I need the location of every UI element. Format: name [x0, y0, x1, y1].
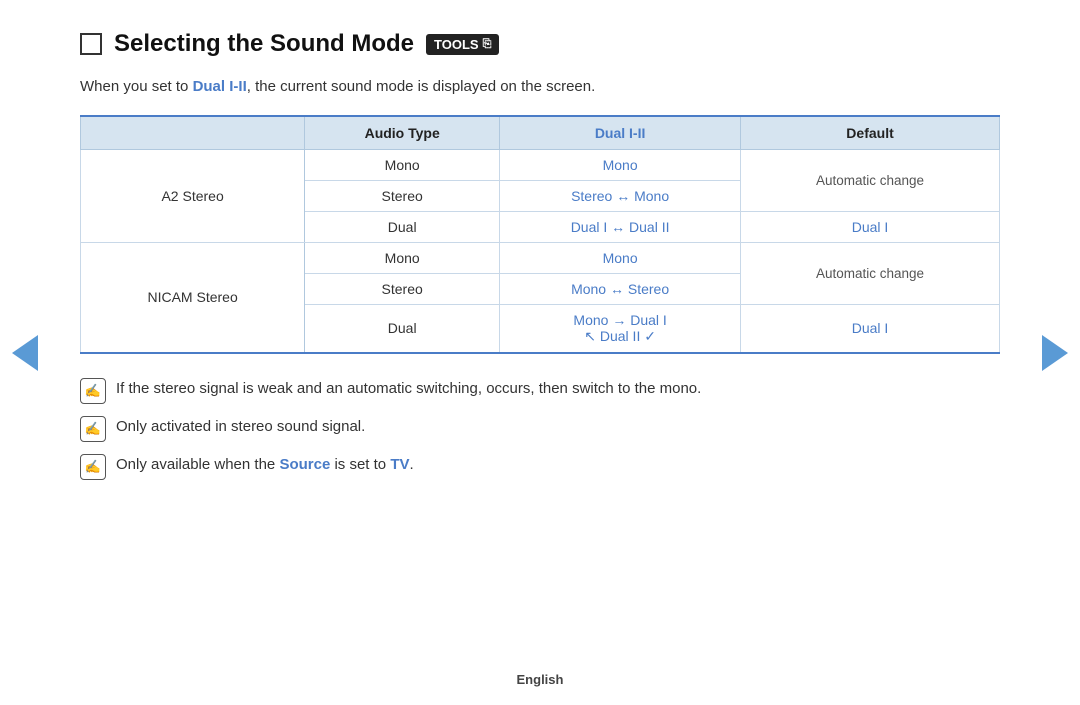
note-text-3: Only available when the Source is set to…: [116, 454, 414, 477]
tv-link: TV: [390, 456, 409, 473]
audio-type-dual-2: Dual: [305, 304, 500, 353]
tools-symbol-icon: ⎘: [483, 38, 492, 51]
table-header-default: Default: [741, 116, 1000, 150]
default-auto-1: Automatic change: [741, 149, 1000, 211]
nicam-stereo-label: NICAM Stereo: [81, 242, 305, 353]
table-row: A2 Stereo Mono Mono Automatic change: [81, 149, 1000, 180]
subtitle-after: , the current sound mode is displayed on…: [247, 78, 596, 95]
table-header-dual-iii: Dual I-II: [500, 116, 741, 150]
dual-iii-link: Dual I-II: [193, 78, 247, 95]
tools-badge: TOOLS ⎘: [426, 34, 499, 55]
footer: English: [0, 672, 1080, 687]
subtitle-before: When you set to: [80, 78, 193, 95]
right-arrow-icon: [1042, 335, 1068, 371]
default-dual-i-2: Dual I: [741, 304, 1000, 353]
default-dual-i-1: Dual I: [741, 211, 1000, 242]
dual-mono-dual: Mono → Dual I↖ Dual II ✓: [500, 304, 741, 353]
page-content: Selecting the Sound Mode TOOLS ⎘ When yo…: [0, 0, 1080, 512]
audio-type-mono-1: Mono: [305, 149, 500, 180]
audio-type-mono-2: Mono: [305, 242, 500, 273]
default-auto-2: Automatic change: [741, 242, 1000, 304]
a2-stereo-label: A2 Stereo: [81, 149, 305, 242]
table-header-audio-type: Audio Type: [305, 116, 500, 150]
dual-stereo-mono: Stereo ↔ Mono: [500, 180, 741, 211]
note-icon-1: ✍: [80, 378, 106, 404]
dual-mono-1: Mono: [500, 149, 741, 180]
dual-mono-2: Mono: [500, 242, 741, 273]
footer-text: English: [517, 672, 564, 687]
notes-section: ✍ If the stereo signal is weak and an au…: [80, 378, 1000, 480]
left-arrow-icon: [12, 335, 38, 371]
subtitle: When you set to Dual I-II, the current s…: [80, 76, 1000, 99]
table-row: NICAM Stereo Mono Mono Automatic change: [81, 242, 1000, 273]
note-item-3: ✍ Only available when the Source is set …: [80, 454, 1000, 480]
audio-type-dual-1: Dual: [305, 211, 500, 242]
dual-i-ii: Dual I ↔ Dual II: [500, 211, 741, 242]
audio-type-stereo-2: Stereo: [305, 273, 500, 304]
tools-text: TOOLS: [434, 37, 479, 52]
title-row: Selecting the Sound Mode TOOLS ⎘: [80, 30, 1000, 58]
audio-type-stereo-1: Stereo: [305, 180, 500, 211]
table-header-empty: [81, 116, 305, 150]
source-link: Source: [279, 456, 330, 473]
note-item-2: ✍ Only activated in stereo sound signal.: [80, 416, 1000, 442]
note-icon-3: ✍: [80, 454, 106, 480]
note-icon-2: ✍: [80, 416, 106, 442]
dual-mono-stereo: Mono ↔ Stereo: [500, 273, 741, 304]
note-text-1: If the stereo signal is weak and an auto…: [116, 378, 701, 401]
sound-table: Audio Type Dual I-II Default A2 Stereo M…: [80, 115, 1000, 354]
nav-arrow-right[interactable]: [1040, 328, 1070, 378]
note-text-2: Only activated in stereo sound signal.: [116, 416, 365, 439]
nav-arrow-left[interactable]: [10, 328, 40, 378]
checkbox-icon: [80, 33, 102, 55]
note-item-1: ✍ If the stereo signal is weak and an au…: [80, 378, 1000, 404]
page-title: Selecting the Sound Mode: [114, 30, 414, 58]
